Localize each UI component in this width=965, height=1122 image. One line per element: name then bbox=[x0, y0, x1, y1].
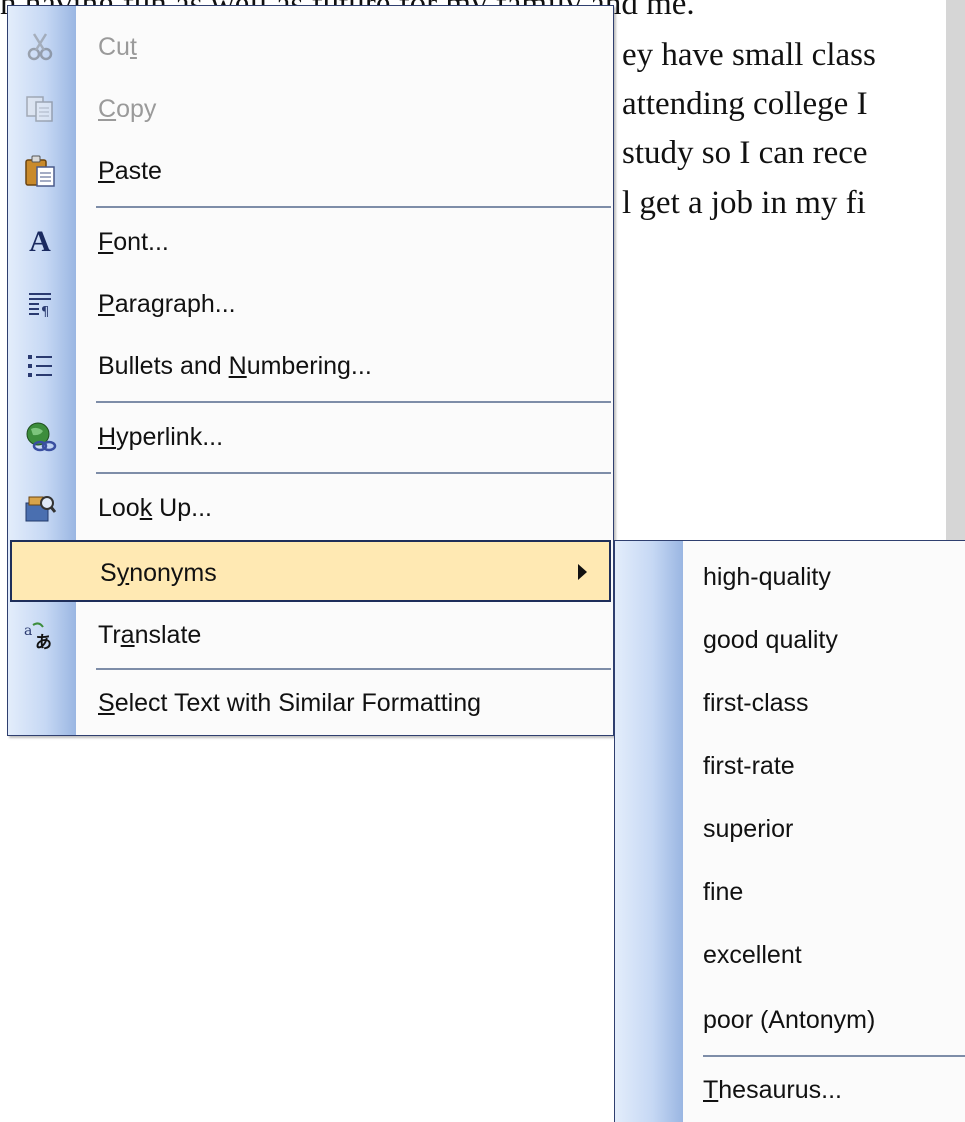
menu-item-label: Copy bbox=[98, 95, 157, 123]
synonym-label: good quality bbox=[703, 626, 838, 654]
menu-item-translate[interactable]: a あ Translate bbox=[8, 604, 613, 666]
synonym-item[interactable]: first-rate bbox=[615, 735, 965, 798]
menu-item-cut[interactable]: Cut bbox=[8, 16, 613, 78]
document-line: ey have small class bbox=[622, 37, 876, 73]
submenu-arrow-icon bbox=[578, 564, 587, 580]
synonym-label: fine bbox=[703, 878, 744, 906]
menu-item-paragraph[interactable]: ¶ Paragraph... bbox=[8, 273, 613, 335]
menu-separator bbox=[96, 401, 611, 403]
synonym-item[interactable]: excellent bbox=[615, 924, 965, 987]
antonym-item[interactable]: poor (Antonym) bbox=[615, 989, 965, 1052]
research-book-icon bbox=[16, 489, 64, 527]
menu-item-select-similar-formatting[interactable]: Select Text with Similar Formatting bbox=[8, 672, 613, 734]
synonym-label: first-rate bbox=[703, 752, 795, 780]
menu-separator bbox=[703, 1055, 965, 1057]
synonym-item[interactable]: good quality bbox=[615, 609, 965, 672]
synonym-item[interactable]: superior bbox=[615, 798, 965, 861]
menu-separator bbox=[96, 206, 611, 208]
hyperlink-globe-icon bbox=[16, 418, 64, 456]
synonym-label: superior bbox=[703, 815, 794, 843]
scissors-icon bbox=[16, 28, 64, 66]
menu-item-label: Synonyms bbox=[100, 559, 217, 587]
menu-item-thesaurus[interactable]: Thesaurus... bbox=[615, 1059, 965, 1122]
menu-item-paste[interactable]: Paste bbox=[8, 140, 613, 202]
menu-item-bullets-numbering[interactable]: Bullets and Numbering... bbox=[8, 335, 613, 397]
document-line: l get a job in my fi bbox=[622, 185, 866, 221]
menu-item-label: Select Text with Similar Formatting bbox=[98, 689, 482, 717]
menu-item-label: Thesaurus... bbox=[703, 1076, 842, 1104]
menu-separator bbox=[96, 472, 611, 474]
clipboard-paste-icon bbox=[16, 152, 64, 190]
menu-item-hyperlink[interactable]: Hyperlink... bbox=[8, 406, 613, 468]
menu-item-label: Cut bbox=[98, 33, 137, 61]
context-menu: Cut Copy Paste A Font... ¶ Paragraph... … bbox=[7, 5, 614, 736]
paragraph-icon: ¶ bbox=[16, 285, 64, 323]
menu-item-label: Bullets and Numbering... bbox=[98, 352, 372, 380]
synonym-item[interactable]: high-quality bbox=[615, 546, 965, 609]
bullets-icon bbox=[16, 347, 64, 385]
synonym-label: first-class bbox=[703, 689, 809, 717]
menu-item-label: Paragraph... bbox=[98, 290, 236, 318]
menu-item-label: Paste bbox=[98, 157, 162, 185]
menu-item-label: Translate bbox=[98, 621, 202, 649]
font-icon: A bbox=[29, 225, 51, 258]
document-line: attending college I bbox=[622, 86, 868, 122]
svg-text:a: a bbox=[24, 623, 32, 639]
synonyms-submenu: high-quality good quality first-class fi… bbox=[614, 540, 965, 1122]
synonym-label: high-quality bbox=[703, 563, 831, 591]
menu-item-label: Look Up... bbox=[98, 494, 212, 522]
menu-item-look-up[interactable]: Look Up... bbox=[8, 477, 613, 539]
menu-item-label: Font... bbox=[98, 228, 169, 256]
menu-item-synonyms[interactable]: Synonyms bbox=[10, 540, 611, 602]
menu-item-font[interactable]: A Font... bbox=[8, 211, 613, 273]
translate-icon: a あ bbox=[16, 616, 64, 654]
svg-text:¶: ¶ bbox=[41, 305, 49, 319]
synonym-item[interactable]: fine bbox=[615, 861, 965, 924]
svg-text:あ: あ bbox=[35, 633, 52, 651]
synonym-label: excellent bbox=[703, 941, 802, 969]
synonym-label: poor (Antonym) bbox=[703, 1006, 876, 1034]
copy-icon bbox=[16, 90, 64, 128]
synonym-item[interactable]: first-class bbox=[615, 672, 965, 735]
menu-item-copy[interactable]: Copy bbox=[8, 78, 613, 140]
document-line: study so I can rece bbox=[622, 135, 868, 171]
menu-item-label: Hyperlink... bbox=[98, 423, 224, 451]
menu-separator bbox=[96, 668, 611, 670]
